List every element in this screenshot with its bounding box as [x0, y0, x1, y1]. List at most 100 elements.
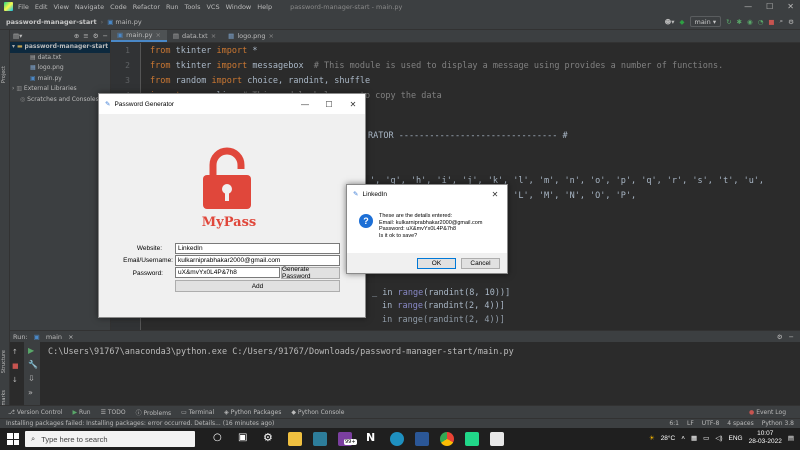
tray-chevron-icon[interactable]: ˄	[681, 435, 685, 442]
menu-file[interactable]: File	[18, 3, 29, 11]
menu-code[interactable]: Code	[110, 3, 127, 11]
sort-icon[interactable]: ≡	[83, 32, 88, 40]
tree-item-logo-png[interactable]: ▦ logo.png	[10, 63, 110, 74]
network-icon[interactable]: ▦	[691, 434, 697, 442]
battery-icon[interactable]: ▭	[703, 434, 709, 442]
close-icon[interactable]: ✕	[483, 185, 507, 203]
clock[interactable]: 10:07 28-03-2022	[749, 430, 782, 446]
panel-settings-icon[interactable]: ⚙	[93, 32, 99, 40]
file-encoding[interactable]: UTF-8	[702, 420, 720, 427]
run-config-selector[interactable]: main ▾	[689, 16, 722, 27]
indent-setting[interactable]: 4 spaces	[727, 420, 753, 427]
close-run-tab-icon[interactable]: ×	[68, 333, 73, 341]
chrome-icon[interactable]	[440, 432, 454, 446]
close-tab-icon[interactable]: ×	[211, 32, 216, 40]
menu-run[interactable]: Run	[166, 3, 178, 11]
volume-icon[interactable]: ◁)	[715, 434, 722, 442]
tree-item-main-py[interactable]: ▣ main.py	[10, 74, 110, 85]
password-input[interactable]: uX&mvYx0L4P&7h8	[175, 267, 280, 278]
notepad-icon[interactable]	[490, 432, 504, 446]
down-arrow-icon[interactable]: ↓	[12, 373, 22, 387]
breadcrumb-project[interactable]: password-manager-start	[6, 18, 97, 26]
generate-password-button[interactable]: Generate Password	[281, 266, 340, 280]
close-icon[interactable]: ✕	[787, 2, 794, 11]
menu-edit[interactable]: Edit	[35, 3, 48, 11]
maximize-icon[interactable]: ☐	[766, 2, 773, 11]
cancel-button[interactable]: Cancel	[461, 258, 500, 269]
menu-vcs[interactable]: VCS	[206, 3, 219, 11]
project-view-icon[interactable]: ▤▾	[13, 32, 22, 40]
up-arrow-icon[interactable]: ↑	[12, 345, 22, 359]
menu-help[interactable]: Help	[257, 3, 272, 11]
weather-temp[interactable]: 28°C	[661, 435, 676, 442]
run-config-tab[interactable]: main	[46, 333, 62, 341]
edge-icon[interactable]	[390, 432, 404, 446]
taskbar-search-box[interactable]: ⌕ Type here to search	[25, 431, 195, 447]
settings-app-icon[interactable]: ⚙	[263, 431, 273, 444]
caret-position[interactable]: 6:1	[669, 420, 679, 427]
tool-tab-python-packages[interactable]: ◈ Python Packages	[224, 409, 281, 416]
user-icon[interactable]: ☻▾	[664, 18, 674, 26]
menu-view[interactable]: View	[53, 3, 68, 11]
pycharm-taskbar-icon[interactable]	[465, 432, 479, 446]
search-everywhere-icon[interactable]: ⌕	[780, 17, 784, 26]
run-settings-gear-icon[interactable]: ⚙	[777, 333, 783, 341]
menu-refactor[interactable]: Refactor	[133, 3, 160, 11]
tool-tab-python-console[interactable]: ◆ Python Console	[291, 409, 344, 416]
store-icon[interactable]	[313, 432, 327, 446]
tab-data-txt[interactable]: ▤ data.txt ×	[167, 30, 222, 42]
tool-tab-run[interactable]: ▶ Run	[73, 409, 91, 416]
close-icon[interactable]: ✕	[341, 94, 365, 114]
hide-run-panel-icon[interactable]: −	[789, 333, 794, 341]
structure-tool-tab[interactable]: Structure	[1, 350, 7, 373]
tree-item-scratches[interactable]: ◎ Scratches and Consoles	[10, 95, 110, 106]
scroll-end-icon[interactable]: ⇩	[28, 374, 35, 383]
windows-start-icon[interactable]	[7, 433, 19, 445]
breadcrumb-file[interactable]: main.py	[115, 18, 141, 26]
coverage-icon[interactable]: ◉	[747, 18, 753, 26]
email-input[interactable]: kulkarniprabhakar2000@gmail.com	[175, 255, 340, 266]
hide-icon[interactable]: −	[103, 32, 108, 40]
task-view-icon[interactable]: ▣	[238, 432, 247, 443]
maximize-icon[interactable]: ☐	[317, 94, 341, 114]
collapse-icon[interactable]: ⊕	[74, 32, 79, 40]
settings-gear-icon[interactable]: ⚙	[788, 18, 794, 26]
rerun-icon[interactable]: ▶	[28, 346, 34, 355]
website-input[interactable]: LinkedIn	[175, 243, 340, 254]
tool-tab-todo[interactable]: ☰ TODO	[101, 409, 126, 416]
minimize-icon[interactable]: —	[293, 94, 317, 114]
menu-tools[interactable]: Tools	[184, 3, 200, 11]
tree-item-external-libraries[interactable]: › ▥ External Libraries	[10, 84, 110, 95]
debug-icon[interactable]: ✱	[737, 18, 742, 26]
rerun-icon[interactable]: ↻	[726, 18, 731, 26]
tool-tab-problems[interactable]: ⓘ Problems	[136, 408, 172, 417]
project-tool-tab[interactable]: Project	[1, 66, 7, 83]
close-tab-icon[interactable]: ×	[269, 32, 274, 40]
add-button[interactable]: Add	[175, 280, 340, 292]
notifications-icon[interactable]: ▤	[788, 434, 794, 442]
tool-tab-version-control[interactable]: ⎇ Version Control	[8, 409, 63, 416]
ok-button[interactable]: OK	[417, 258, 456, 269]
minimize-icon[interactable]: —	[744, 2, 752, 11]
word-icon[interactable]	[415, 432, 429, 446]
status-message[interactable]: Installing packages failed: Installing p…	[6, 420, 274, 427]
tree-root[interactable]: ▾ ▬ password-manager-start	[10, 42, 110, 53]
tree-item-data-txt[interactable]: ▤ data.txt	[10, 53, 110, 64]
more-icon[interactable]: »	[28, 388, 33, 397]
python-interpreter[interactable]: Python 3.8	[762, 420, 794, 427]
menu-navigate[interactable]: Navigate	[75, 3, 104, 11]
menu-window[interactable]: Window	[226, 3, 252, 11]
close-tab-icon[interactable]: ×	[155, 31, 160, 39]
wrench-icon[interactable]: 🔧	[28, 360, 38, 369]
tab-main-py[interactable]: ▣ main.py ×	[111, 30, 167, 42]
notion-icon[interactable]: N	[366, 431, 375, 444]
profile-icon[interactable]: ◔	[758, 18, 764, 26]
tab-logo-png[interactable]: ▦ logo.png ×	[222, 30, 280, 42]
event-log-button[interactable]: ● Event Log	[749, 409, 786, 416]
stop-run-icon[interactable]: ■	[12, 359, 22, 373]
file-explorer-icon[interactable]	[288, 432, 302, 446]
tool-tab-terminal[interactable]: ▭ Terminal	[181, 409, 214, 416]
language-indicator[interactable]: ENG	[729, 435, 743, 442]
line-separator[interactable]: LF	[687, 420, 694, 427]
stop-icon[interactable]: ■	[768, 18, 774, 26]
